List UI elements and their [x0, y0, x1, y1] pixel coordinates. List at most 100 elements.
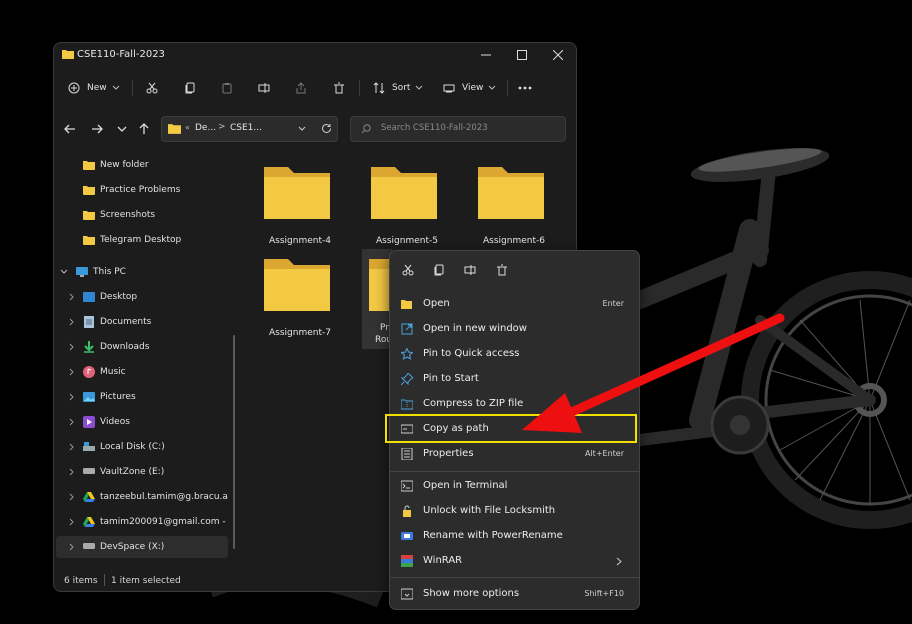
- item-count: 6 items: [64, 576, 98, 586]
- back-button[interactable]: [59, 118, 81, 140]
- sidebar-item-desktop[interactable]: Desktop: [56, 286, 228, 308]
- chevron-down-icon: [489, 85, 496, 90]
- refresh-icon[interactable]: [321, 123, 332, 134]
- google-drive-icon: [83, 492, 95, 502]
- paste-icon: [222, 83, 232, 94]
- chevron-down-icon[interactable]: [60, 268, 68, 276]
- recent-locations-button[interactable]: [111, 118, 133, 140]
- drive-icon: [83, 543, 95, 549]
- sidebar-item-label: New folder: [100, 160, 149, 170]
- menu-item-compress-zip[interactable]: Compress to ZIP file: [395, 393, 634, 415]
- sidebar-item-screenshots[interactable]: Screenshots: [56, 204, 228, 226]
- menu-item-pin-quick-access[interactable]: Pin to Quick access: [395, 343, 634, 365]
- sidebar-item-practice-problems[interactable]: Practice Problems: [56, 179, 228, 201]
- sidebar-item-local-disk[interactable]: Local Disk (C:): [56, 436, 228, 458]
- chevron-right-icon[interactable]: [68, 368, 76, 376]
- rename-button[interactable]: [258, 77, 270, 99]
- menu-item-pin-to-start[interactable]: Pin to Start: [395, 368, 634, 390]
- folder-name: Assignment-4: [269, 236, 331, 246]
- sidebar-item-label: tamim200091@gmail.com - Gc: [100, 517, 228, 527]
- sort-button[interactable]: Sort: [373, 77, 423, 99]
- chevron-right-icon[interactable]: [68, 493, 76, 501]
- sidebar-item-devspace[interactable]: DevSpace (X:): [56, 536, 228, 558]
- chevron-right-icon[interactable]: [68, 518, 76, 526]
- minimize-button[interactable]: [468, 43, 504, 67]
- chevron-down-icon[interactable]: [298, 126, 306, 132]
- folder-item[interactable]: Assignment-7: [260, 257, 340, 343]
- chevron-right-icon[interactable]: [68, 418, 76, 426]
- sidebar-item-google-drive-gmail[interactable]: tamim200091@gmail.com - Gc: [56, 511, 228, 533]
- menu-item-properties[interactable]: Properties Alt+Enter: [395, 443, 634, 465]
- more-options-button[interactable]: [518, 77, 532, 99]
- sidebar-item-vaultzone[interactable]: VaultZone (E:): [56, 461, 228, 483]
- maximize-button[interactable]: [504, 43, 540, 67]
- cut-button[interactable]: [398, 261, 418, 279]
- star-icon: [401, 348, 413, 360]
- sidebar-item-telegram-desktop[interactable]: Telegram Desktop: [56, 229, 228, 251]
- disk-icon: [83, 442, 95, 451]
- sidebar-item-music[interactable]: Music: [56, 361, 228, 383]
- sidebar-item-downloads[interactable]: Downloads: [56, 336, 228, 358]
- breadcrumb-item[interactable]: De...: [195, 123, 216, 133]
- menu-item-open-in-terminal[interactable]: Open in Terminal: [395, 475, 634, 497]
- address-overflow[interactable]: «: [185, 123, 190, 132]
- sidebar-item-google-drive-bracu[interactable]: tanzeebul.tamim@g.bracu.ac.b: [56, 486, 228, 508]
- forward-button[interactable]: [86, 118, 108, 140]
- delete-icon: [334, 82, 344, 94]
- new-button[interactable]: New: [68, 77, 120, 99]
- terminal-icon: [401, 480, 413, 492]
- close-icon: [553, 50, 563, 60]
- share-button[interactable]: [295, 77, 307, 99]
- menu-item-winrar[interactable]: WinRAR: [395, 550, 634, 572]
- chevron-right-icon[interactable]: [68, 443, 76, 451]
- menu-item-open-in-new-window[interactable]: Open in new window: [395, 318, 634, 340]
- chevron-right-icon[interactable]: [68, 293, 76, 301]
- close-button[interactable]: [540, 43, 576, 67]
- sidebar-item-this-pc[interactable]: This PC: [56, 261, 228, 283]
- arrow-up-icon: [139, 123, 149, 134]
- view-button[interactable]: View: [443, 77, 496, 99]
- chevron-right-icon[interactable]: [68, 543, 76, 551]
- delete-button[interactable]: [492, 261, 512, 279]
- chevron-right-icon[interactable]: [68, 318, 76, 326]
- sidebar-scrollbar[interactable]: [233, 335, 235, 549]
- folder-icon: [371, 167, 437, 219]
- menu-item-show-more-options[interactable]: Show more options Shift+F10: [395, 583, 634, 605]
- folder-item-selected[interactable]: Pr Rou: [362, 249, 395, 349]
- chevron-right-icon[interactable]: [68, 343, 76, 351]
- up-button[interactable]: [133, 118, 155, 140]
- new-label: New: [87, 83, 107, 93]
- delete-button[interactable]: [333, 77, 345, 99]
- title-bar[interactable]: CSE110-Fall-2023: [54, 43, 576, 71]
- search-icon: [361, 124, 371, 134]
- chevron-right-icon[interactable]: [68, 393, 76, 401]
- search-placeholder: Search CSE110-Fall-2023: [381, 123, 488, 133]
- folder-item[interactable]: Assignment-4: [260, 165, 340, 251]
- folder-icon: [168, 124, 181, 134]
- arrow-right-icon: [92, 124, 103, 134]
- sidebar-item-new-folder[interactable]: New folder: [56, 154, 228, 176]
- menu-item-label: Compress to ZIP file: [423, 398, 524, 409]
- menu-item-power-rename[interactable]: Rename with PowerRename: [395, 525, 634, 547]
- rename-button[interactable]: [460, 261, 480, 279]
- cut-icon: [402, 264, 414, 276]
- copy-button[interactable]: [429, 261, 449, 279]
- sidebar-item-pictures[interactable]: Pictures: [56, 386, 228, 408]
- paste-button[interactable]: [221, 77, 233, 99]
- folder-item[interactable]: Assignment-6: [474, 165, 554, 251]
- breadcrumb-item[interactable]: CSE1...: [230, 123, 262, 133]
- search-box[interactable]: Search CSE110-Fall-2023: [350, 116, 566, 142]
- chevron-right-icon[interactable]: [68, 468, 76, 476]
- menu-item-file-locksmith[interactable]: Unlock with File Locksmith: [395, 500, 634, 522]
- sidebar-item-videos[interactable]: Videos: [56, 411, 228, 433]
- copy-button[interactable]: [184, 77, 196, 99]
- menu-item-open[interactable]: Open Enter: [395, 293, 634, 315]
- sidebar-item-label: Desktop: [100, 292, 138, 302]
- chevron-down-icon: [117, 126, 127, 132]
- chevron-down-icon: [112, 85, 119, 90]
- folder-item[interactable]: Assignment-5: [367, 165, 447, 251]
- cut-button[interactable]: [146, 77, 158, 99]
- sidebar-item-documents[interactable]: Documents: [56, 311, 228, 333]
- address-bar[interactable]: « De... > CSE1...: [161, 116, 338, 142]
- menu-item-label: Unlock with File Locksmith: [423, 505, 556, 516]
